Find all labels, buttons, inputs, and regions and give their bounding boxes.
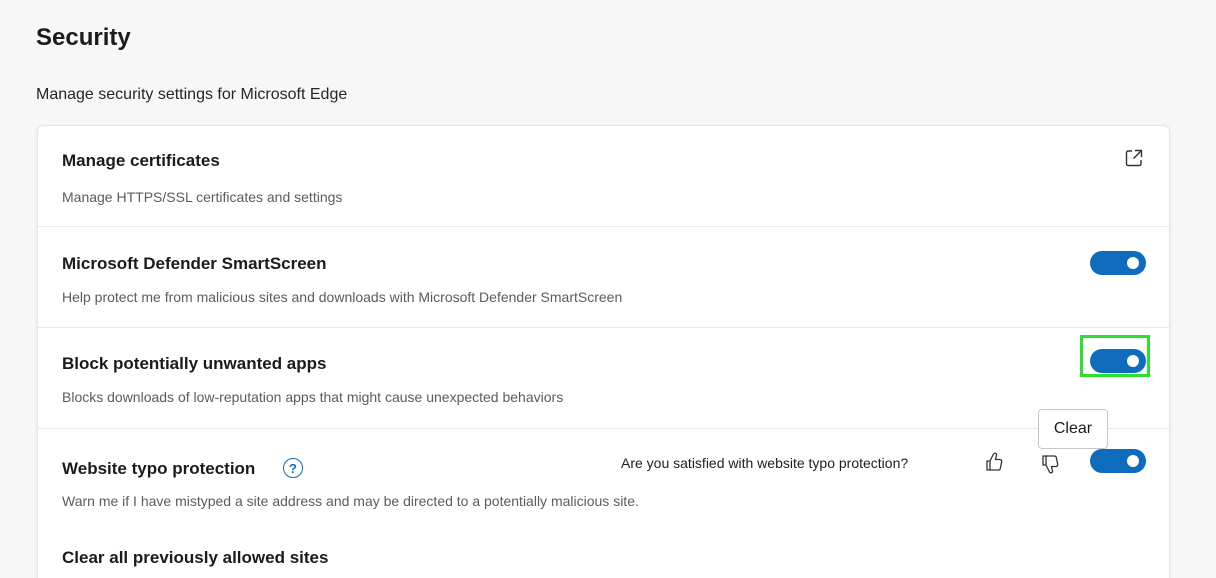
setting-title: Microsoft Defender SmartScreen [62, 254, 327, 273]
thumbs-down-icon[interactable] [1040, 453, 1060, 480]
setting-row-block-unwanted-apps: Block potentially unwanted apps Blocks d… [38, 327, 1169, 428]
toggle-knob [1127, 455, 1139, 467]
typo-protection-toggle[interactable] [1090, 449, 1146, 473]
clear-button[interactable]: Clear [1038, 409, 1108, 449]
toggle-knob [1127, 257, 1139, 269]
smartscreen-toggle[interactable] [1090, 251, 1146, 275]
setting-title: Manage certificates [62, 151, 220, 170]
clear-allowed-sites-label: Clear all previously allowed sites [62, 548, 329, 567]
feedback-prompt: Are you satisfied with website typo prot… [621, 455, 909, 471]
setting-description: Help protect me from malicious sites and… [62, 289, 623, 305]
setting-row-typo-protection: Website typo protection ? Are you satisf… [38, 428, 1169, 578]
selection-highlight [1080, 335, 1150, 377]
thumbs-up-icon[interactable] [984, 451, 1004, 478]
page-subtitle: Manage security settings for Microsoft E… [36, 86, 348, 103]
external-link-icon[interactable] [1124, 148, 1144, 173]
setting-row-manage-certificates[interactable]: Manage certificates Manage HTTPS/SSL cer… [38, 126, 1169, 226]
page-title: Security [36, 24, 131, 51]
setting-row-smartscreen: Microsoft Defender SmartScreen Help prot… [38, 226, 1169, 327]
setting-title: Website typo protection [62, 459, 256, 478]
security-settings-page: Security Manage security settings for Mi… [0, 0, 1216, 578]
setting-title: Block potentially unwanted apps [62, 354, 327, 373]
settings-card: Manage certificates Manage HTTPS/SSL cer… [37, 125, 1170, 578]
setting-description: Manage HTTPS/SSL certificates and settin… [62, 189, 343, 205]
setting-description: Warn me if I have mistyped a site addres… [62, 493, 639, 509]
question-circle-icon[interactable]: ? [283, 458, 303, 478]
setting-description: Blocks downloads of low-reputation apps … [62, 389, 564, 405]
